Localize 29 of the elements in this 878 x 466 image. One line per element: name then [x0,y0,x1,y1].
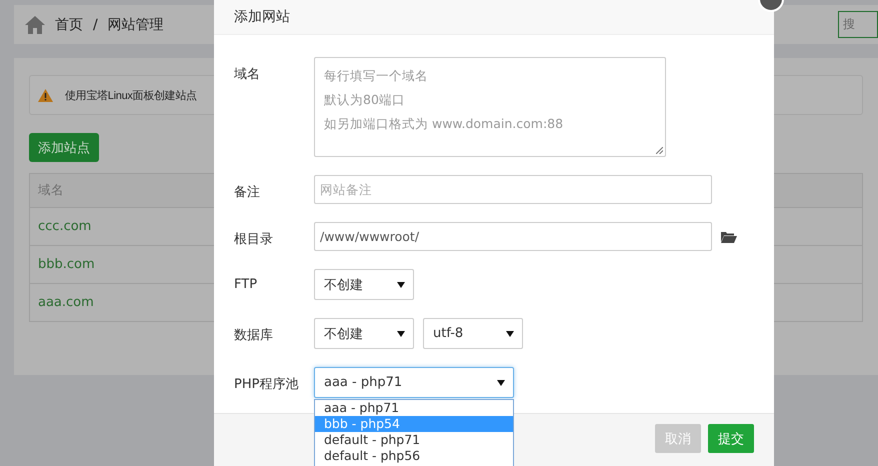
select-dropdown[interactable]: aaa - php71 [314,367,514,398]
placeholder-text: 如另加端口格式为 www.domain.com:88 [324,115,564,133]
resize-grip-icon[interactable] [656,147,663,154]
field-label: 数据库 [234,327,274,344]
field-label: FTP [234,276,258,292]
notice-text: 使用宝塔Linux面板创建站点 [65,88,197,102]
warning-icon [38,88,53,102]
add-site-button[interactable]: 添加站点 [29,133,99,162]
field-label: 域名 [234,66,261,83]
caret-icon [397,282,405,288]
placeholder-text: 每行填写一个域名 [324,67,428,85]
input-field[interactable]: /www/wwwroot/ [314,222,712,251]
caret-icon [397,330,405,336]
select-dropdown[interactable]: 不创建 [314,269,414,300]
caret-icon [506,330,514,336]
field-label: 根目录 [234,231,274,248]
breadcrumb-separator: / [93,16,98,32]
dialog-title: 添加网站 [214,0,774,35]
breadcrumb-link[interactable]: 首页 [55,16,83,34]
select-dropdown[interactable]: utf-8 [423,318,523,349]
field-label: 备注 [234,184,261,201]
breadcrumb-current: 网站管理 [108,16,164,34]
folder-icon[interactable] [721,230,737,242]
field-label: PHP程序池 [234,376,300,393]
select-dropdown[interactable]: 不创建 [314,318,414,349]
caret-icon [497,380,505,386]
placeholder-text: 默认为80端口 [324,91,405,109]
input-field[interactable]: 网站备注 [314,175,712,204]
home-icon[interactable] [25,16,45,34]
